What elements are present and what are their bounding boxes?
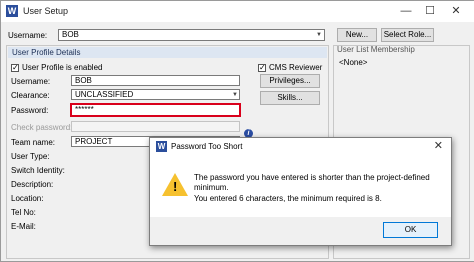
user-list-membership-title: User List Membership <box>337 45 415 54</box>
new-button[interactable]: New... <box>337 28 377 42</box>
dialog-message-line-3: You entered 6 characters, the minimum re… <box>194 194 382 203</box>
team-name-value: PROJECT <box>75 137 113 146</box>
top-username-label: Username: <box>8 31 48 40</box>
email-label: E-Mail: <box>11 222 36 231</box>
maximize-button[interactable]: ☐ <box>421 3 439 19</box>
skills-button[interactable]: Skills... <box>260 91 320 105</box>
password-field[interactable]: ****** <box>70 103 241 117</box>
username-field[interactable]: BOB <box>71 75 240 86</box>
dialog-app-icon: W <box>156 141 167 152</box>
dialog-title: Password Too Short <box>171 142 243 151</box>
dialog-message-line-2: minimum. <box>194 183 229 192</box>
check-password-field[interactable] <box>71 121 240 132</box>
app-icon: W <box>6 5 18 17</box>
clearance-label: Clearance: <box>11 91 50 100</box>
ok-button[interactable]: OK <box>383 222 438 238</box>
switch-identity-label: Switch Identity: <box>11 166 65 175</box>
profile-enabled-label: User Profile is enabled <box>22 63 103 72</box>
select-role-button[interactable]: Select Role... <box>381 28 434 42</box>
warning-exclamation: ! <box>173 179 178 194</box>
dialog-footer: OK <box>150 217 451 245</box>
cms-reviewer-label: CMS Reviewer <box>269 63 323 72</box>
chevron-down-icon[interactable]: ▼ <box>316 32 322 38</box>
username-value: BOB <box>75 76 92 85</box>
close-button[interactable]: ✕ <box>447 3 465 19</box>
team-name-label: Team name: <box>11 138 56 147</box>
username-label: Username: <box>11 77 51 86</box>
dialog-message-line-1: The password you have entered is shorter… <box>194 173 430 182</box>
chevron-down-icon[interactable]: ▼ <box>232 92 238 98</box>
password-too-short-dialog: W Password Too Short ✕ ! The password yo… <box>149 137 452 246</box>
check-password-label: Check password: <box>11 123 73 132</box>
window-title: User Setup <box>23 6 69 16</box>
clearance-value: UNCLASSIFIED <box>75 90 134 99</box>
user-list-membership-value: <None> <box>339 58 368 67</box>
password-value: ****** <box>75 105 94 114</box>
user-profile-group-title: User Profile Details <box>8 47 327 58</box>
location-label: Location: <box>11 194 44 203</box>
clearance-select[interactable]: UNCLASSIFIED <box>71 89 240 100</box>
cms-reviewer-checkbox[interactable]: ✓ <box>258 64 266 72</box>
tel-no-label: Tel No: <box>11 208 36 217</box>
user-type-label: User Type: <box>11 152 50 161</box>
dialog-title-bar: W Password Too Short ✕ <box>150 138 451 155</box>
description-label: Description: <box>11 180 54 189</box>
password-label: Password: <box>11 106 49 115</box>
privileges-button[interactable]: Privileges... <box>260 74 320 88</box>
title-bar: W User Setup — ☐ ✕ <box>1 1 474 22</box>
minimize-button[interactable]: — <box>397 3 415 19</box>
dialog-body: ! The password you have entered is short… <box>150 155 451 217</box>
top-username-combo[interactable]: BOB <box>58 29 325 41</box>
profile-enabled-checkbox[interactable]: ✓ <box>11 64 19 72</box>
user-setup-window: W User Setup — ☐ ✕ Username: BOB ▼ New..… <box>0 0 474 262</box>
dialog-close-icon[interactable]: ✕ <box>434 139 443 152</box>
top-username-value: BOB <box>62 30 79 39</box>
